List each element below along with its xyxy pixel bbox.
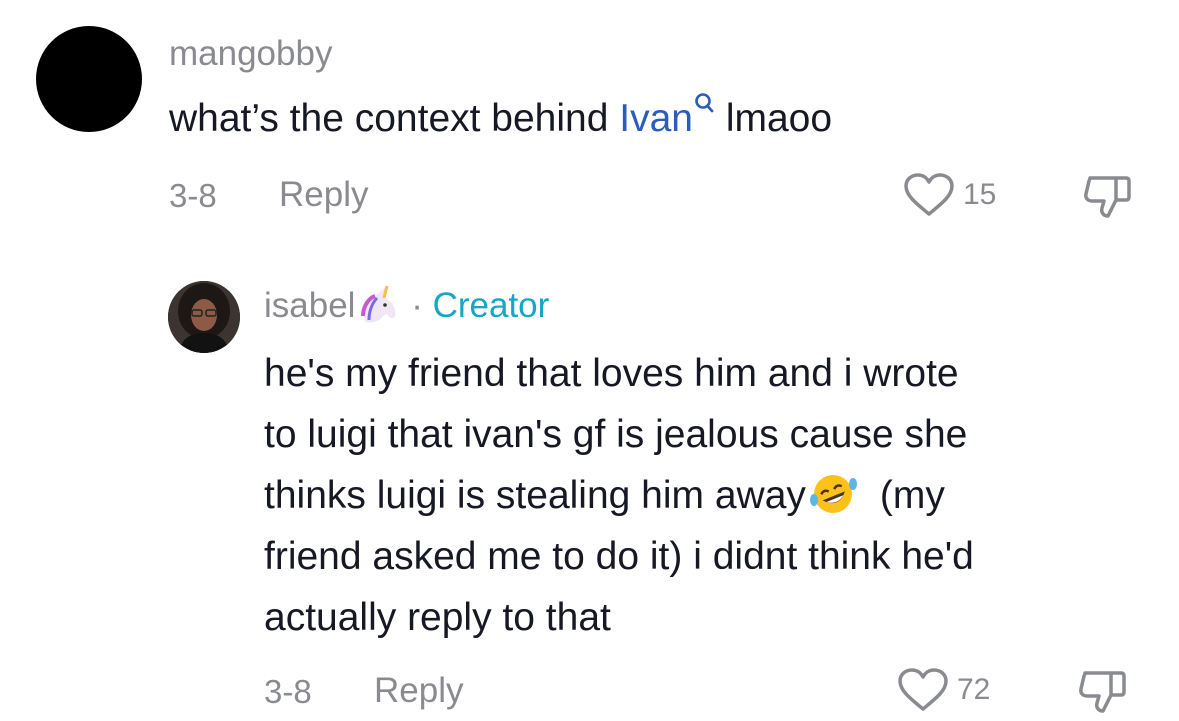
comment-text: he's my friend that loves him and i wrot… bbox=[264, 343, 974, 648]
comment-line: actually reply to that bbox=[264, 596, 611, 639]
dislike-button[interactable] bbox=[1077, 667, 1129, 720]
comment-username[interactable]: isabel bbox=[264, 286, 355, 325]
heart-icon bbox=[898, 668, 948, 711]
thumbs-down-icon bbox=[1084, 176, 1131, 218]
comment-text-part: lmaoo bbox=[714, 97, 833, 140]
search-link-label: Ivan bbox=[619, 97, 693, 140]
profile-photo bbox=[168, 281, 240, 353]
comment-text: what’s the context behind Ivan lmaoo bbox=[169, 88, 832, 149]
comment-date: 3-8 bbox=[264, 673, 312, 710]
comment-line-part: (my bbox=[879, 474, 945, 517]
reply-button[interactable]: Reply bbox=[279, 177, 368, 212]
comment-line: to luigi that ivan's gf is jealous cause… bbox=[264, 413, 968, 456]
dislike-button[interactable] bbox=[1082, 172, 1134, 225]
heart-icon bbox=[904, 173, 954, 216]
comment-text-part: what’s the context behind bbox=[169, 97, 620, 140]
reply-button[interactable]: Reply bbox=[374, 673, 463, 708]
unicorn-emoji-icon bbox=[361, 285, 396, 323]
comment-username-row: isabel · Creator bbox=[264, 285, 550, 325]
like-button[interactable]: 72 bbox=[897, 667, 990, 713]
avatar[interactable] bbox=[36, 26, 142, 132]
comment-line-part: thinks luigi is stealing him away bbox=[264, 474, 806, 517]
like-button[interactable]: 15 bbox=[903, 172, 996, 218]
avatar[interactable] bbox=[168, 281, 240, 353]
search-icon bbox=[695, 93, 714, 113]
comment-line: he's my friend that loves him and i wrot… bbox=[264, 352, 959, 395]
creator-badge: Creator bbox=[432, 286, 550, 325]
comment-username[interactable]: mangobby bbox=[169, 36, 332, 71]
comment-line-with-emoji: thinks luigi is stealing him away (my bbox=[264, 465, 974, 526]
comment-line: friend asked me to do it) i didnt think … bbox=[264, 535, 974, 578]
comment-date: 3-8 bbox=[169, 177, 217, 214]
separator: · bbox=[411, 286, 423, 325]
rofl-emoji-icon bbox=[809, 474, 857, 513]
like-count: 72 bbox=[957, 673, 991, 706]
thumbs-down-icon bbox=[1079, 671, 1126, 713]
search-link[interactable]: Ivan bbox=[619, 93, 715, 140]
like-count: 15 bbox=[963, 178, 997, 211]
